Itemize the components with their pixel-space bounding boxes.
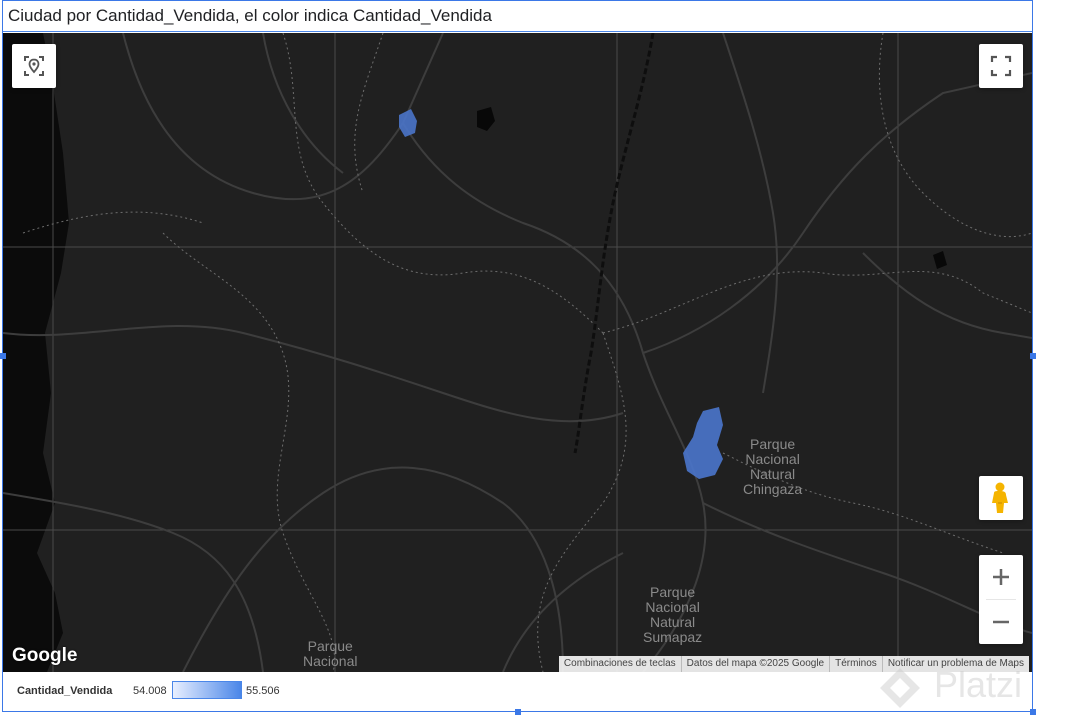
map-canvas[interactable]: Parque Nacional Natural Chingaza Parque … (3, 33, 1032, 672)
zoom-in-button[interactable] (979, 555, 1023, 599)
keyboard-shortcuts-link[interactable]: Combinaciones de teclas (559, 656, 681, 672)
chart-title-bar: Ciudad por Cantidad_Vendida, el color in… (3, 1, 1032, 32)
my-location-button[interactable] (12, 44, 56, 88)
watermark-text: Platzi (934, 664, 1023, 705)
place-label-chingaza-text: Parque Nacional Natural Chingaza (743, 436, 803, 497)
chart-title: Ciudad por Cantidad_Vendida, el color in… (8, 6, 492, 25)
legend-max-value: 55.506 (246, 685, 280, 697)
legend-title: Cantidad_Vendida (17, 685, 113, 697)
zoom-control (979, 555, 1023, 644)
platzi-logo-icon (880, 668, 920, 708)
google-logo[interactable]: Google (12, 645, 77, 667)
my-location-icon (24, 56, 44, 76)
map-data-text: Datos del mapa ©2025 Google (680, 656, 829, 672)
legend-min-value: 54.008 (133, 685, 167, 697)
street-view-button[interactable] (979, 476, 1023, 520)
city-region-north (399, 109, 417, 137)
city-region-bogota (683, 407, 723, 479)
place-label-chingaza: Parque Nacional Natural Chingaza (743, 437, 802, 497)
fullscreen-icon (990, 55, 1012, 77)
resize-handle-corner[interactable] (1030, 709, 1036, 715)
zoom-out-icon (993, 620, 1009, 624)
resize-handle-left[interactable] (0, 353, 6, 359)
legend-gradient-bar (172, 681, 242, 699)
fullscreen-button[interactable] (979, 44, 1023, 88)
zoom-out-button[interactable] (979, 600, 1023, 644)
place-label-partial: Parque Nacional (303, 639, 357, 669)
pegman-icon (992, 482, 1008, 513)
place-label-partial-text: Parque Nacional (303, 638, 358, 669)
place-label-sumapaz: Parque Nacional Natural Sumapaz (643, 585, 702, 645)
resize-handle-right[interactable] (1030, 353, 1036, 359)
map-basemap (3, 33, 1032, 672)
terms-link[interactable]: Términos (829, 656, 882, 672)
place-label-sumapaz-text: Parque Nacional Natural Sumapaz (643, 584, 703, 645)
zoom-in-icon (993, 569, 1009, 585)
resize-handle-bottom[interactable] (515, 709, 521, 715)
